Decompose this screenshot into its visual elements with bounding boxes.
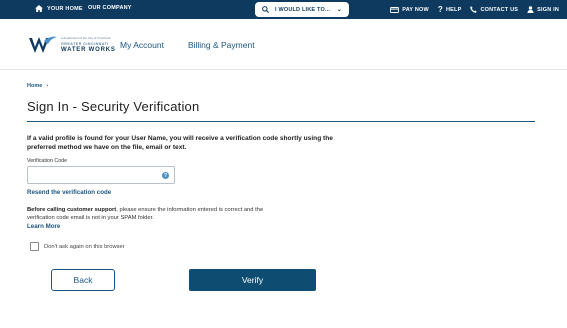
phone-icon bbox=[470, 6, 478, 13]
title-divider bbox=[27, 121, 535, 122]
support-note: Before calling customer support, please … bbox=[27, 206, 282, 222]
contact-us-label: CONTACT US bbox=[480, 6, 519, 13]
contact-us-link[interactable]: CONTACT US bbox=[470, 6, 518, 13]
back-button[interactable]: Back bbox=[51, 269, 115, 291]
breadcrumb-home[interactable]: Home bbox=[27, 83, 42, 89]
site-header: a department of the City of Cincinnati G… bbox=[0, 19, 567, 70]
breadcrumb-separator: › bbox=[46, 83, 49, 89]
logo-line1: GREATER CINCINNATI bbox=[61, 41, 109, 46]
remember-browser-row: Don't ask again on this browser bbox=[30, 242, 125, 251]
logo-text: a department of the City of Cincinnati G… bbox=[61, 35, 116, 54]
credit-card-icon bbox=[390, 6, 400, 13]
help-label: HELP bbox=[446, 6, 462, 13]
utility-bar: YOUR HOME OUR COMPANY I WOULD LIKE TO...… bbox=[0, 0, 567, 19]
question-icon: ? bbox=[437, 5, 443, 14]
nav-my-account[interactable]: My Account bbox=[120, 40, 164, 50]
main-nav: My Account Billing & Payment bbox=[120, 40, 255, 50]
intro-text: If a valid profile is found for your Use… bbox=[27, 135, 333, 151]
sign-in-label: SIGN IN bbox=[537, 6, 559, 13]
learn-more-link[interactable]: Learn More bbox=[27, 223, 60, 230]
remember-browser-checkbox[interactable] bbox=[30, 242, 39, 251]
home-icon bbox=[35, 5, 43, 12]
search-icon bbox=[262, 6, 269, 13]
support-note-bold: Before calling customer support bbox=[27, 207, 117, 213]
logo-tagline: a department of the City of Cincinnati bbox=[61, 35, 111, 40]
verification-code-label: Verification Code bbox=[27, 158, 68, 164]
page-title: Sign In - Security Verification bbox=[27, 99, 200, 114]
i-would-like-to-label: I WOULD LIKE TO... bbox=[275, 6, 331, 13]
resend-code-link[interactable]: Resend the verification code bbox=[27, 189, 111, 196]
user-icon bbox=[527, 6, 534, 13]
verify-button[interactable]: Verify bbox=[189, 269, 316, 291]
breadcrumb: Home › bbox=[27, 83, 48, 89]
nav-billing-payment[interactable]: Billing & Payment bbox=[188, 40, 255, 50]
pay-now-label: PAY NOW bbox=[402, 6, 429, 13]
gcww-logo[interactable]: a department of the City of Cincinnati G… bbox=[28, 35, 116, 55]
pay-now-link[interactable]: PAY NOW bbox=[390, 7, 429, 13]
logo-line2: WATER WORKS bbox=[61, 47, 116, 54]
your-home-label: YOUR HOME bbox=[47, 5, 83, 12]
remember-browser-label[interactable]: Don't ask again on this browser bbox=[44, 244, 125, 250]
top-links: PAY NOW ? HELP CONTACT US SIGN IN bbox=[390, 5, 559, 14]
i-would-like-to-dropdown[interactable]: I WOULD LIKE TO... ⌄ bbox=[255, 2, 349, 17]
chevron-down-icon: ⌄ bbox=[336, 7, 342, 13]
sign-in-link[interactable]: SIGN IN bbox=[527, 6, 559, 13]
help-link[interactable]: ? HELP bbox=[438, 5, 462, 14]
help-circle-icon[interactable]: ? bbox=[162, 172, 169, 179]
our-company-link[interactable]: OUR COMPANY bbox=[88, 5, 132, 11]
verification-code-input[interactable] bbox=[27, 166, 175, 184]
logo-mark bbox=[28, 35, 58, 55]
your-home-link[interactable]: YOUR HOME bbox=[35, 5, 83, 12]
